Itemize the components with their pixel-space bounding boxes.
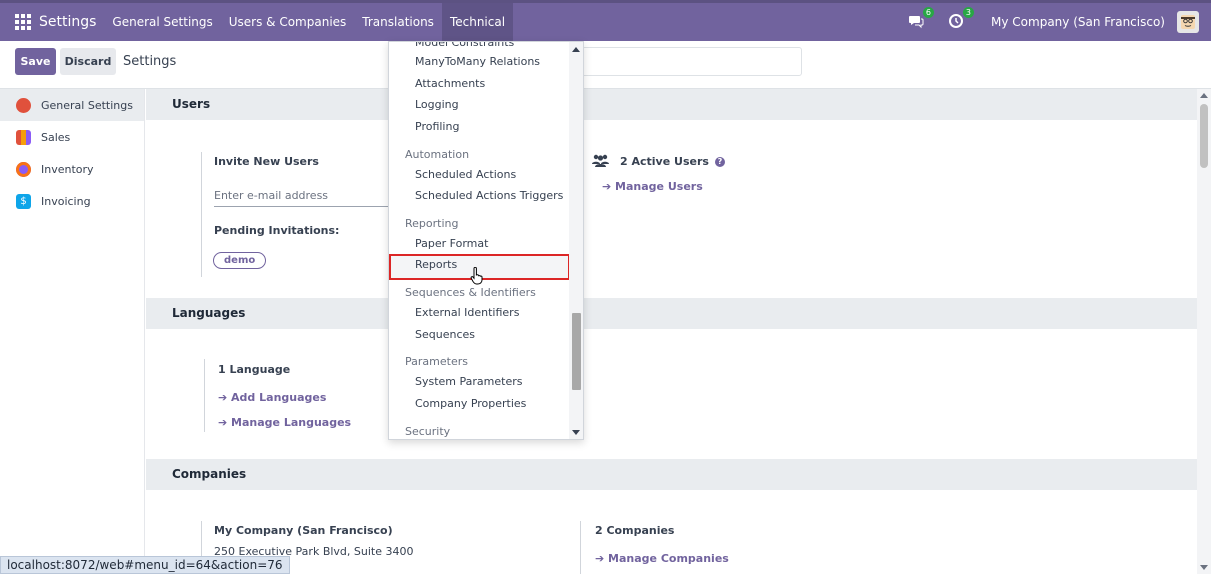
dropdown-item-system-parameters[interactable]: System Parameters [415, 375, 522, 388]
dropdown-item-reports[interactable]: Reports [415, 258, 457, 271]
users-group-icon [592, 154, 609, 170]
save-button[interactable]: Save [15, 48, 56, 75]
dropdown-item-many2many-relations[interactable]: ManyToMany Relations [415, 55, 540, 68]
sidebar-item-label: Invoicing [41, 194, 91, 208]
scrollbar-thumb[interactable] [1200, 104, 1208, 168]
page-title: Settings [123, 54, 177, 69]
dropdown-header-automation: Automation [405, 148, 470, 161]
messages-badge: 6 [922, 7, 935, 18]
active-users-label: 2 Active Users [620, 155, 709, 168]
top-navbar: Settings General Settings Users & Compan… [0, 0, 1211, 41]
pending-invitations-label: Pending Invitations: [214, 224, 340, 237]
general-settings-icon [16, 97, 31, 113]
manage-companies-label: Manage Companies [608, 552, 729, 565]
divider [204, 359, 205, 432]
scroll-up-arrow-icon[interactable] [1200, 93, 1208, 98]
technical-dropdown-menu: Model Constraints ManyToMany Relations A… [388, 41, 584, 440]
dropdown-item-attachments[interactable]: Attachments [415, 77, 485, 90]
sidebar-item-inventory[interactable]: Inventory [0, 153, 144, 185]
scroll-down-arrow-icon[interactable] [1200, 565, 1208, 570]
manage-languages-label: Manage Languages [231, 416, 352, 429]
messages-icon[interactable]: 6 [907, 7, 935, 31]
help-question-icon[interactable]: ? [714, 157, 725, 167]
apps-menu-icon[interactable] [15, 14, 31, 30]
companies-count: 2 Companies [595, 524, 675, 537]
activity-badge: 3 [962, 7, 975, 18]
dropdown-header-sequences: Sequences & Identifiers [405, 286, 536, 299]
manage-companies-link[interactable]: ➔ Manage Companies [595, 552, 729, 565]
dropdown-header-parameters: Parameters [405, 355, 468, 368]
company-name: My Company (San Francisco) [214, 524, 393, 537]
settings-main: Users Invite New Users Enter e-mail addr… [146, 89, 1197, 574]
language-count: 1 Language [218, 363, 291, 376]
dropdown-scroll-down-icon[interactable] [572, 430, 580, 435]
menu-translations[interactable]: Translations [354, 3, 442, 41]
dropdown-item-model-constraints[interactable]: Model Constraints [415, 42, 514, 49]
dropdown-scrollbar[interactable] [569, 42, 583, 439]
dropdown-item-company-properties[interactable]: Company Properties [415, 397, 526, 410]
sidebar-item-invoicing[interactable]: $ Invoicing [0, 185, 144, 217]
dropdown-item-profiling[interactable]: Profiling [415, 120, 459, 133]
manage-users-link[interactable]: ➔ Manage Users [602, 180, 703, 193]
activity-clock-icon[interactable]: 3 [947, 7, 975, 31]
manage-users-label: Manage Users [615, 180, 703, 193]
dropdown-item-sequences[interactable]: Sequences [415, 328, 475, 341]
dropdown-header-security: Security [405, 425, 451, 438]
dropdown-item-external-identifiers[interactable]: External Identifiers [415, 306, 519, 319]
settings-search-input[interactable] [580, 47, 802, 76]
pending-user-badge[interactable]: demo [213, 252, 267, 269]
dropdown-item-logging[interactable]: Logging [415, 98, 459, 111]
divider [580, 521, 581, 574]
hand-pointer-cursor-icon [470, 266, 484, 285]
settings-sidebar: General Settings Sales Inventory $ Invoi… [0, 89, 145, 574]
discard-button[interactable]: Discard [60, 48, 116, 75]
languages-section-header: Languages [146, 298, 1197, 329]
inventory-icon [16, 161, 31, 177]
dropdown-scroll-up-icon[interactable] [572, 47, 580, 52]
companies-section-header: Companies [146, 459, 1197, 490]
menu-general-settings[interactable]: General Settings [104, 3, 220, 41]
company-switcher[interactable]: My Company (San Francisco) [991, 15, 1165, 29]
dropdown-item-paper-format[interactable]: Paper Format [415, 237, 488, 250]
add-languages-link[interactable]: ➔ Add Languages [218, 391, 326, 404]
invite-users-label: Invite New Users [214, 155, 319, 168]
sidebar-item-label: Inventory [41, 162, 94, 176]
dropdown-item-scheduled-actions[interactable]: Scheduled Actions [415, 168, 516, 181]
sidebar-item-sales[interactable]: Sales [0, 121, 144, 153]
app-brand[interactable]: Settings [39, 14, 96, 30]
menu-technical[interactable]: Technical [441, 3, 514, 41]
user-avatar-icon[interactable] [1177, 11, 1199, 33]
users-section-header: Users [146, 89, 1197, 120]
control-panel: Save Discard Settings [0, 41, 1211, 89]
dropdown-header-reporting: Reporting [405, 217, 459, 230]
invite-email-input[interactable]: Enter e-mail address [214, 189, 394, 207]
sidebar-item-label: Sales [41, 130, 71, 144]
dropdown-item-scheduled-actions-triggers[interactable]: Scheduled Actions Triggers [415, 189, 563, 202]
dropdown-scrollbar-thumb[interactable] [572, 313, 581, 390]
menu-users-companies[interactable]: Users & Companies [221, 3, 355, 41]
browser-status-url: localhost:8072/web#menu_id=64&action=76 [0, 556, 290, 574]
sidebar-item-label: General Settings [41, 98, 133, 112]
divider [201, 152, 202, 277]
sales-icon [16, 129, 31, 145]
page-scrollbar[interactable] [1197, 89, 1211, 574]
sidebar-item-general-settings[interactable]: General Settings [0, 89, 144, 121]
add-languages-label: Add Languages [231, 391, 327, 404]
active-users-count: 2 Active Users? [620, 155, 725, 168]
manage-languages-link[interactable]: ➔ Manage Languages [218, 416, 351, 429]
invoicing-icon: $ [16, 193, 31, 209]
